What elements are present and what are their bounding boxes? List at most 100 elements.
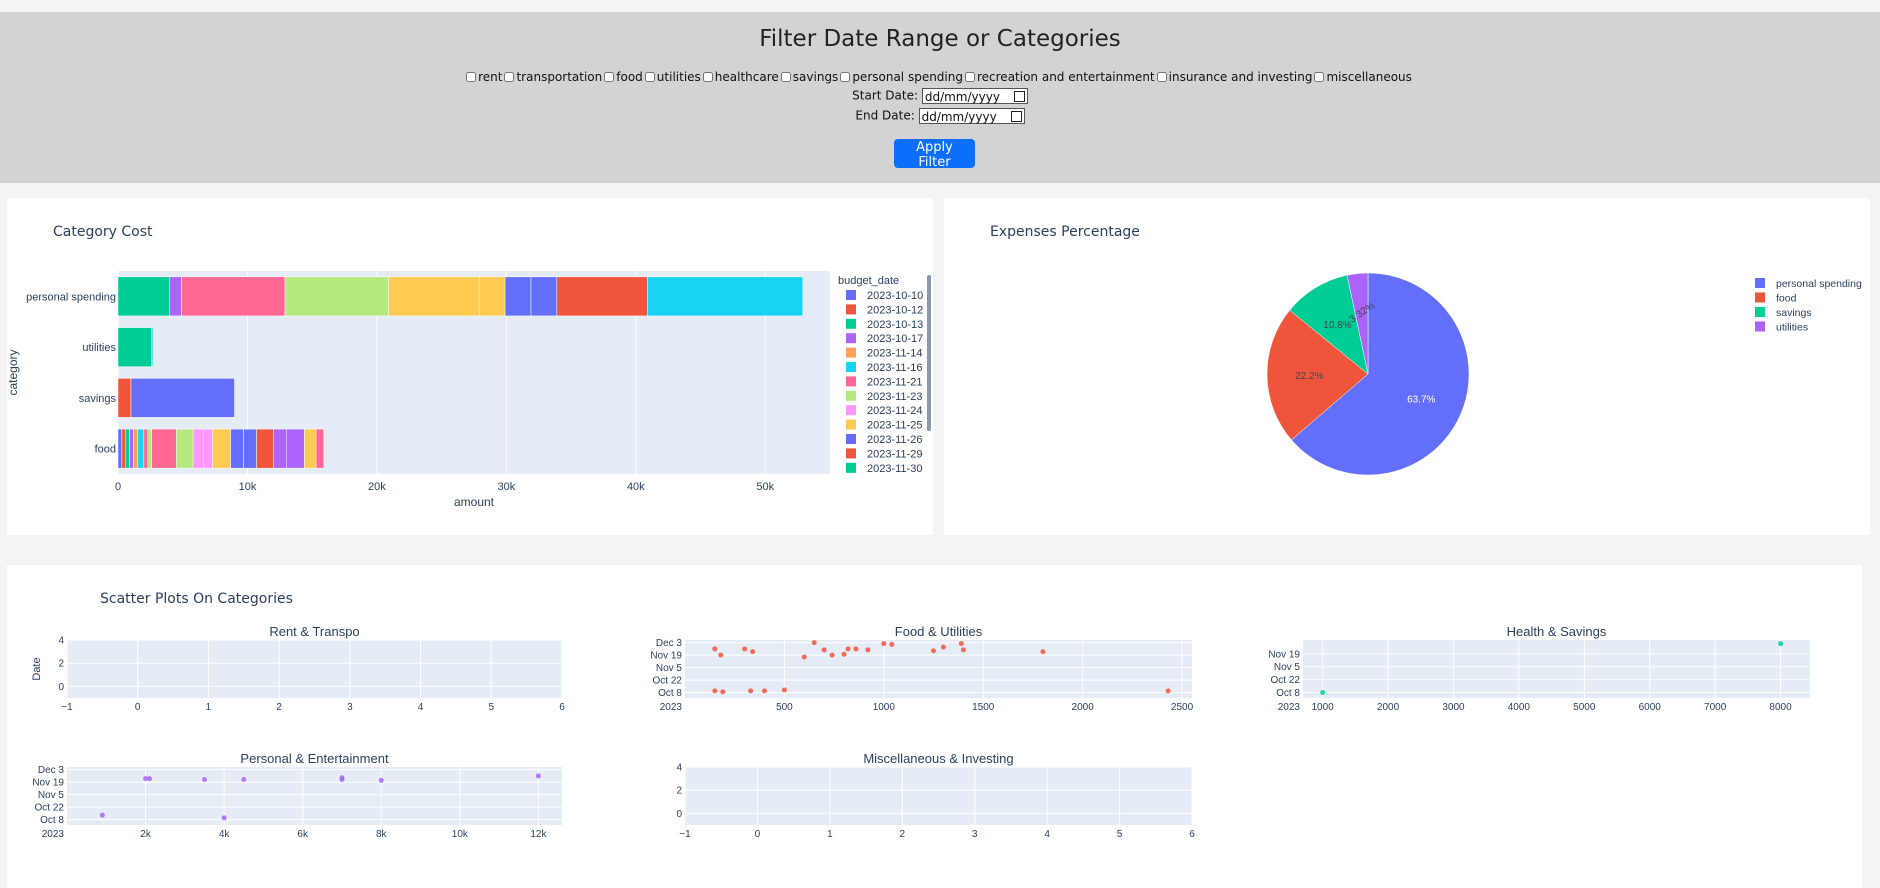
- calendar-icon[interactable]: [1010, 111, 1022, 122]
- category-checkbox[interactable]: [840, 72, 851, 82]
- category-label: miscellaneous: [1326, 70, 1412, 84]
- category-option[interactable]: rent: [466, 70, 502, 84]
- scatter-point: [221, 815, 227, 821]
- calendar-icon[interactable]: [1013, 91, 1025, 102]
- x-tick-label: 3: [347, 702, 353, 713]
- category-cost-card: Category Cost 0 10k 20k 30k 40k 50k amount cate…: [7, 198, 933, 535]
- plot-background: [67, 640, 562, 698]
- scatter-subplot: Rent & Transpo −1 0 1 2 3 4 5 6 0 2 4 Date: [31, 624, 565, 713]
- legend-item: 2023-11-21: [867, 376, 922, 388]
- category-label: rent: [478, 70, 503, 84]
- scatter-subplot: Health & Savings 1000 2000 3000 4000 5000 6000…: [1268, 624, 1810, 713]
- x-tick-label: 6000: [1639, 702, 1662, 713]
- scatter-point: [750, 649, 756, 655]
- category-option[interactable]: food: [604, 70, 643, 84]
- bar-segment: [151, 327, 154, 367]
- bar-segment: [304, 428, 317, 469]
- end-date-input[interactable]: dd/mm/yyyy: [918, 108, 1025, 124]
- category-checkbox[interactable]: [1156, 72, 1167, 82]
- legend-item: 2023-10-12: [867, 304, 923, 316]
- x-tick-label: 1: [827, 829, 833, 840]
- legend-item: savings: [1776, 307, 1812, 319]
- category-option[interactable]: miscellaneous: [1314, 70, 1412, 84]
- scatter-card: Scatter Plots On Categories Rent & Trans…: [7, 565, 1862, 888]
- bar-segment: [125, 428, 130, 469]
- x-tick-label: 3: [972, 829, 978, 840]
- legend-swatch: [846, 419, 856, 430]
- plot-background: [67, 767, 562, 825]
- legend-item: personal spending: [1776, 278, 1862, 290]
- legend-swatch: [846, 290, 856, 300]
- plot-background: [1303, 640, 1810, 698]
- legend-item: 2023-11-29: [867, 448, 922, 460]
- scatter-point: [202, 776, 207, 782]
- scatter-subplot: Miscellaneous & Investing −1 0 1 2 3 4 5 6 0 2 4: [676, 751, 1195, 840]
- scatter-point: [378, 777, 384, 783]
- category-checkbox[interactable]: [504, 72, 515, 82]
- x-tick-label: 2000: [1377, 702, 1400, 713]
- y-tick-label: 2: [676, 786, 682, 797]
- scatter-point: [99, 812, 105, 818]
- x-tick-label: 0: [755, 829, 761, 840]
- legend-item: 2023-11-26: [867, 434, 922, 446]
- x-tick-label: 6: [1189, 829, 1195, 840]
- legend-item: 2023-11-24: [867, 405, 922, 417]
- x-tick-label: 7000: [1704, 702, 1727, 713]
- category-option[interactable]: transportation: [504, 70, 602, 84]
- category-checkbox[interactable]: [780, 72, 791, 82]
- bar-segment: [478, 276, 506, 317]
- category-label: food: [616, 70, 643, 84]
- scatter-point: [821, 647, 827, 653]
- scatter-subplot: Personal & Entertainment 2k 4k 6k 8k 10k 12k De…: [32, 751, 562, 840]
- bar-segment: [273, 428, 287, 469]
- plot-background: [685, 640, 1192, 698]
- y-tick-label: Oct 22: [35, 803, 65, 814]
- y-tick-label: Oct 8: [1276, 688, 1300, 699]
- scatter-point: [535, 773, 541, 779]
- bar-segment: [647, 276, 804, 317]
- category-option[interactable]: insurance and investing: [1156, 70, 1312, 84]
- category-checkbox[interactable]: [1314, 72, 1325, 82]
- y-tick-label: savings: [79, 393, 117, 405]
- category-label: personal spending: [852, 70, 963, 84]
- x-tick-label: 4: [1044, 829, 1050, 840]
- x-tick-label: 1000: [873, 702, 896, 713]
- y-tick-label: Nov 5: [1274, 662, 1301, 673]
- category-option[interactable]: utilities: [644, 70, 701, 84]
- x-tick-label: 3000: [1442, 702, 1465, 713]
- x-tick-label: −1: [679, 829, 691, 840]
- legend-swatch: [846, 362, 856, 372]
- bar-segment: [388, 276, 480, 317]
- category-label: savings: [792, 70, 839, 84]
- x-tick-label: 4000: [1508, 702, 1531, 713]
- x-tick-label: 1500: [972, 702, 995, 713]
- bar-segment: [504, 276, 532, 317]
- legend-item: 2023-10-13: [867, 319, 923, 331]
- x-tick-label: 2k: [140, 829, 152, 840]
- category-option[interactable]: personal spending: [840, 70, 963, 84]
- y-year-label: 2023: [42, 829, 65, 840]
- bar-segment: [143, 428, 149, 469]
- legend-swatch: [846, 434, 856, 444]
- category-checkbox[interactable]: [702, 72, 713, 82]
- category-checkbox[interactable]: [964, 72, 975, 82]
- category-checkbox[interactable]: [644, 72, 655, 82]
- legend-scrollbar[interactable]: [927, 275, 931, 431]
- category-option[interactable]: healthcare: [702, 70, 779, 84]
- scatter-point: [712, 646, 718, 652]
- bar-segment: [117, 428, 123, 469]
- category-option[interactable]: recreation and entertainment: [964, 70, 1155, 84]
- bar-segment: [133, 428, 138, 469]
- category-option[interactable]: savings: [780, 70, 839, 84]
- category-checkbox[interactable]: [466, 72, 477, 82]
- scatter-point: [781, 687, 787, 693]
- category-checkbox[interactable]: [604, 72, 615, 82]
- legend-item: 2023-11-30: [867, 463, 922, 475]
- start-date-input[interactable]: dd/mm/yyyy: [921, 88, 1028, 104]
- bar-segment: [315, 428, 325, 469]
- apply-filter-button[interactable]: Apply Filter: [894, 139, 975, 170]
- scatter-point: [801, 654, 807, 660]
- legend-item: 2023-10-17: [867, 333, 923, 345]
- legend-swatch: [1755, 321, 1765, 332]
- scatter-point: [339, 776, 345, 782]
